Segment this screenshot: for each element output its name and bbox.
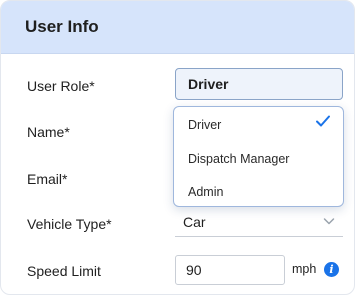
user-role-dropdown: Driver Dispatch Manager Admin: [173, 106, 344, 207]
card-title: User Info: [25, 17, 99, 36]
chevron-down-icon: [323, 218, 335, 225]
option-dispatch-manager[interactable]: Dispatch Manager: [188, 152, 289, 166]
card-header: User Info: [1, 1, 354, 54]
name-label: Name*: [27, 124, 70, 140]
speed-limit-label: Speed Limit: [27, 263, 101, 279]
vehicle-type-label: Vehicle Type*: [27, 216, 112, 232]
option-driver[interactable]: Driver: [188, 118, 221, 132]
vehicle-type-value: Car: [183, 213, 206, 230]
speed-unit-label: mph: [292, 262, 317, 276]
user-role-select[interactable]: Driver: [175, 68, 343, 100]
user-role-label: User Role*: [27, 78, 95, 94]
user-role-value: Driver: [188, 76, 229, 92]
option-admin[interactable]: Admin: [188, 185, 223, 199]
check-icon: [316, 115, 330, 127]
speed-limit-input[interactable]: [175, 255, 285, 285]
user-info-card: User Info User Role* Driver Name* Email*…: [0, 0, 355, 295]
vehicle-type-select[interactable]: Car: [175, 207, 343, 237]
email-label: Email*: [27, 171, 68, 187]
info-icon[interactable]: i: [324, 262, 339, 277]
